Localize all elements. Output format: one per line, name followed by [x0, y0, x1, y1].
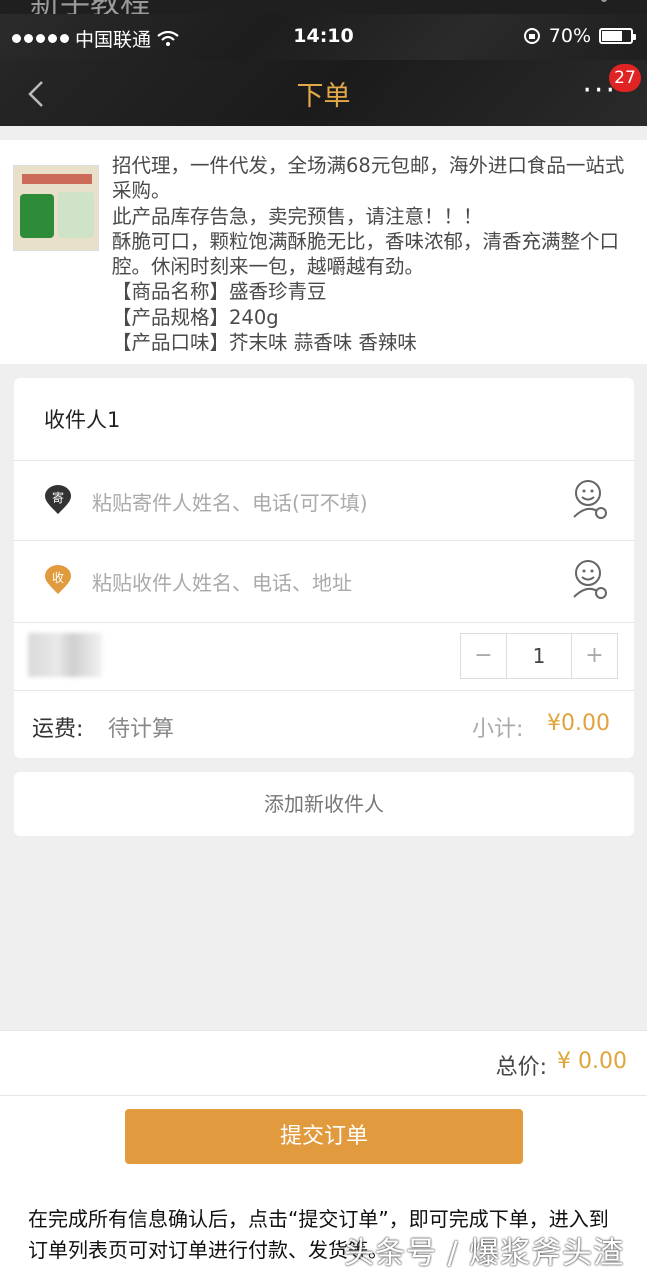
plus-button[interactable]: + — [572, 634, 617, 678]
total-bar: 总价: ¥ 0.00 — [0, 1030, 647, 1096]
fee-row: 运费: 待计算 小计: ¥0.00 — [14, 690, 634, 758]
sender-pin-icon: 寄 — [45, 485, 71, 514]
submit-order-button[interactable]: 提交订单 — [125, 1109, 523, 1164]
subtotal-value: ¥0.00 — [547, 711, 610, 736]
product-description: 招代理，一件代发，全场满68元包邮，海外进口食品一站式采购。 此产品库存告急，卖… — [112, 153, 632, 355]
shipping-label: 运费: — [32, 717, 84, 742]
quantity-stepper[interactable]: − 1 + — [460, 633, 618, 679]
receiver-title: 收件人1 — [44, 408, 121, 432]
recipient-field[interactable]: 收 粘贴收件人姓名、电话、地址 — [14, 540, 634, 620]
clipped-title: 新手教程 — [30, 0, 150, 14]
sender-pin-label: 寄 — [52, 490, 64, 505]
page-title: 下单 — [296, 81, 351, 112]
minus-button[interactable]: − — [461, 634, 506, 678]
quantity-value[interactable]: 1 — [506, 634, 572, 678]
product-card: 招代理，一件代发，全场满68元包邮，海外进口食品一站式采购。 此产品库存告急，卖… — [0, 140, 647, 364]
watermark: 头条号 / 爆浆斧头渣 — [344, 1236, 625, 1271]
recipient-pin-label: 收 — [52, 571, 64, 585]
notification-badge: 27 — [609, 64, 641, 92]
blurred-product-image — [28, 633, 102, 677]
recipient-pin-icon: 收 — [45, 565, 71, 594]
main-content: 招代理，一件代发，全场满68元包邮，海外进口食品一站式采购。 此产品库存告急，卖… — [0, 126, 647, 1030]
rotation-lock-icon — [523, 28, 540, 44]
shipping-value: 待计算 — [108, 717, 175, 742]
product-line: 招代理，一件代发，全场满68元包邮，海外进口食品一站式采购。 — [112, 154, 625, 203]
nav-bar: 下单 ··· 27 — [0, 60, 647, 126]
product-line: 【商品名称】盛香珍青豆 — [112, 280, 327, 304]
product-line: 此产品库存告急，卖完预售，请注意！！！ — [112, 204, 483, 228]
top-clipped-bar: 新手教程 — [0, 0, 647, 14]
contact-icon[interactable] — [570, 557, 610, 601]
product-line: 酥脆可口，颗粒饱满酥脆无比，香味浓郁，清香充满整个口腔。休闲时刻来一包，越嚼越有… — [112, 229, 620, 279]
receiver-card: 收件人1 寄 粘贴寄件人姓名、电话(可不填) 收 粘贴收件人姓名、电话、地址 −… — [14, 378, 634, 758]
battery-group: 70% — [523, 25, 636, 47]
sender-field[interactable]: 寄 粘贴寄件人姓名、电话(可不填) — [14, 460, 634, 540]
total-value: ¥ 0.00 — [557, 1049, 627, 1074]
subtotal-label: 小计: — [472, 717, 524, 742]
battery-icon — [599, 28, 636, 44]
add-receiver-button[interactable]: 添加新收件人 — [14, 772, 634, 836]
product-line: 【产品口味】芥末味 蒜香味 香辣味 — [112, 331, 417, 355]
product-thumbnail[interactable] — [13, 165, 99, 251]
contact-icon[interactable] — [570, 477, 610, 521]
sender-placeholder[interactable]: 粘贴寄件人姓名、电话(可不填) — [92, 487, 368, 516]
recipient-placeholder[interactable]: 粘贴收件人姓名、电话、地址 — [92, 567, 352, 596]
battery-percent: 70% — [548, 25, 591, 47]
status-bar: 中国联通 14:10 70% — [0, 14, 647, 60]
total-label: 总价: — [495, 1055, 547, 1080]
quantity-row: − 1 + — [14, 622, 634, 690]
product-line: 【产品规格】240g — [112, 305, 279, 329]
clipped-dot — [601, 0, 607, 2]
